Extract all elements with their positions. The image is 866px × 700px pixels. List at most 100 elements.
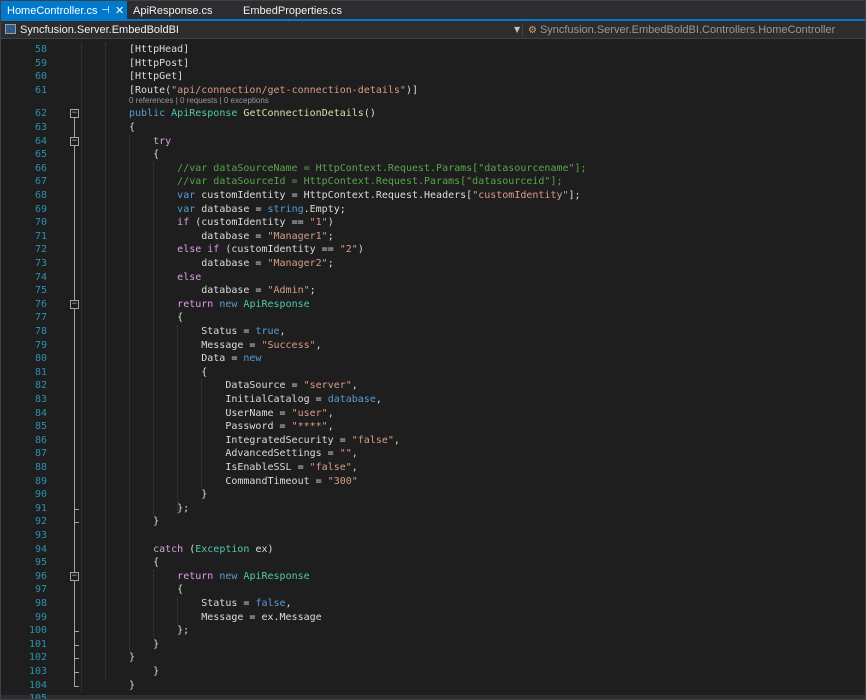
line-number: 83: [34, 394, 47, 405]
code-text: else if (customIdentity == "2"): [129, 243, 364, 257]
code-token: "api/connection/get-connection-details": [171, 84, 406, 96]
code-line: 98 Status = false,: [1, 597, 865, 611]
code-line: 72 else if (customIdentity == "2"): [1, 243, 865, 257]
line-number: 94: [34, 543, 47, 555]
code-line: 85 Password = "****",: [1, 420, 865, 434]
code-token: "2": [339, 244, 358, 256]
code-token: return: [177, 570, 214, 582]
outlining-end-marker: [74, 685, 79, 687]
line-number: 75: [34, 285, 47, 297]
code-text: {: [129, 121, 135, 135]
code-line: 74 else: [1, 271, 865, 285]
code-text: DataSource = "server",: [129, 379, 358, 393]
code-line: 61 [Route("api/connection/get-connection-…: [1, 84, 865, 98]
indent-guide: [153, 161, 154, 516]
collapse-toggle-icon[interactable]: −: [70, 571, 79, 581]
code-line: 68 var customIdentity = HttpContext.Requ…: [1, 189, 865, 203]
outlining-end-marker: [74, 644, 79, 646]
code-text: [HttpHead]: [129, 43, 189, 57]
chevron-down-icon[interactable]: ▼: [514, 21, 520, 39]
line-number: 71: [34, 230, 47, 242]
code-token: return: [177, 298, 214, 310]
code-line: 86 IntegratedSecurity = "false",: [1, 434, 865, 448]
code-token: database =: [129, 285, 268, 297]
code-line: 100 };: [1, 624, 865, 638]
close-tab-icon[interactable]: ✕: [115, 1, 124, 21]
indent-guide: [201, 379, 202, 489]
indent-guide: [153, 569, 154, 638]
code-lens[interactable]: 0 references | 0 requests | 0 exceptions: [129, 96, 269, 105]
code-token: "server": [303, 380, 352, 392]
code-token: ,: [327, 407, 334, 419]
code-text: {: [129, 366, 207, 380]
collapse-toggle-icon[interactable]: −: [70, 136, 79, 146]
code-token: else: [177, 271, 202, 283]
code-token: "****": [291, 421, 328, 433]
code-token: "": [339, 448, 352, 460]
line-number: 68: [34, 190, 47, 201]
code-token: }: [129, 638, 160, 650]
code-token: var: [177, 203, 196, 215]
code-line: 66 //var dataSourceName = HttpContext.Re…: [1, 162, 865, 176]
code-token: ,: [393, 434, 400, 446]
line-number: 59: [34, 57, 47, 69]
code-line: 70 if (customIdentity == "1"): [1, 216, 865, 230]
code-token: ;: [309, 285, 316, 297]
line-number: 82: [34, 380, 47, 392]
line-number: 89: [34, 475, 47, 487]
code-text: //var dataSourceId = HttpContext.Request…: [129, 175, 562, 189]
code-token: )]: [405, 84, 419, 96]
code-line: 64 try: [1, 135, 865, 149]
tab-embedproperties[interactable]: EmbedProperties.cs: [237, 1, 357, 21]
project-dropdown[interactable]: Syncfusion.Server.EmbedBoldBI: [5, 21, 179, 39]
type-dropdown[interactable]: ⚙ Syncfusion.Server.EmbedBoldBI.Controlle…: [528, 21, 835, 39]
code-editor-area[interactable]: 58 [HttpHead] 59 [HttpPost] 60 [HttpGet] 61 [Ro…: [1, 40, 865, 699]
code-text: [HttpPost]: [129, 57, 189, 71]
code-text: Message = "Success",: [129, 339, 321, 353]
code-token: "user": [291, 407, 328, 419]
code-token: "Admin": [267, 285, 310, 297]
line-number: 91: [34, 502, 47, 514]
pin-icon[interactable]: ⊣: [101, 1, 110, 21]
code-text: IsEnableSSL = "false",: [129, 461, 357, 475]
code-line: 82 DataSource = "server",: [1, 379, 865, 393]
code-text: [Route("api/connection/get-connection-de…: [129, 84, 418, 98]
code-token: "Manager2": [267, 258, 328, 269]
line-number: 60: [34, 71, 47, 83]
code-token: {: [129, 584, 184, 596]
code-text: catch (Exception ex): [129, 543, 274, 557]
code-token: ): [357, 244, 364, 256]
code-token: [HttpPost]: [129, 57, 190, 69]
code-line: 79 Message = "Success",: [1, 339, 865, 353]
code-text: {: [129, 556, 159, 570]
code-token: "300": [327, 475, 358, 487]
code-token: Exception: [195, 543, 250, 555]
code-token: }: [129, 652, 136, 664]
tab-apiresponse[interactable]: ApiResponse.cs: [127, 1, 237, 21]
outlining-bar: [74, 117, 75, 686]
code-token: //var dataSourceId = HttpContext.Request…: [177, 176, 563, 188]
code-line: 81 {: [1, 366, 865, 380]
code-text: var database = string.Empty;: [129, 203, 346, 217]
code-text: return new ApiResponse: [129, 570, 309, 584]
code-token: ex): [249, 543, 274, 555]
code-line: 95 {: [1, 556, 865, 570]
code-token: Status =: [129, 598, 256, 609]
code-token: "Manager1": [267, 230, 328, 242]
code-text: else: [129, 271, 201, 285]
document-tab-bar: HomeController.cs ⊣ ✕ ApiResponse.cs Emb…: [1, 1, 865, 21]
code-line: 69 var database = string.Empty;: [1, 203, 865, 217]
collapse-toggle-icon[interactable]: −: [70, 109, 79, 119]
code-token: true: [255, 326, 280, 337]
outlining-end-marker: [74, 672, 79, 673]
code-text: if (customIdentity == "1"): [129, 216, 334, 230]
code-line: 73 database = "Manager2";: [1, 257, 865, 271]
navigation-bar: Syncfusion.Server.EmbedBoldBI ▼ ⚙ Syncfus…: [1, 21, 865, 39]
code-token: [Route(: [129, 84, 172, 96]
collapse-toggle-icon[interactable]: −: [70, 299, 79, 309]
code-token: ,: [351, 380, 358, 392]
code-line: 83 InitialCatalog = database,: [1, 393, 865, 407]
navbar-divider: [522, 23, 523, 37]
